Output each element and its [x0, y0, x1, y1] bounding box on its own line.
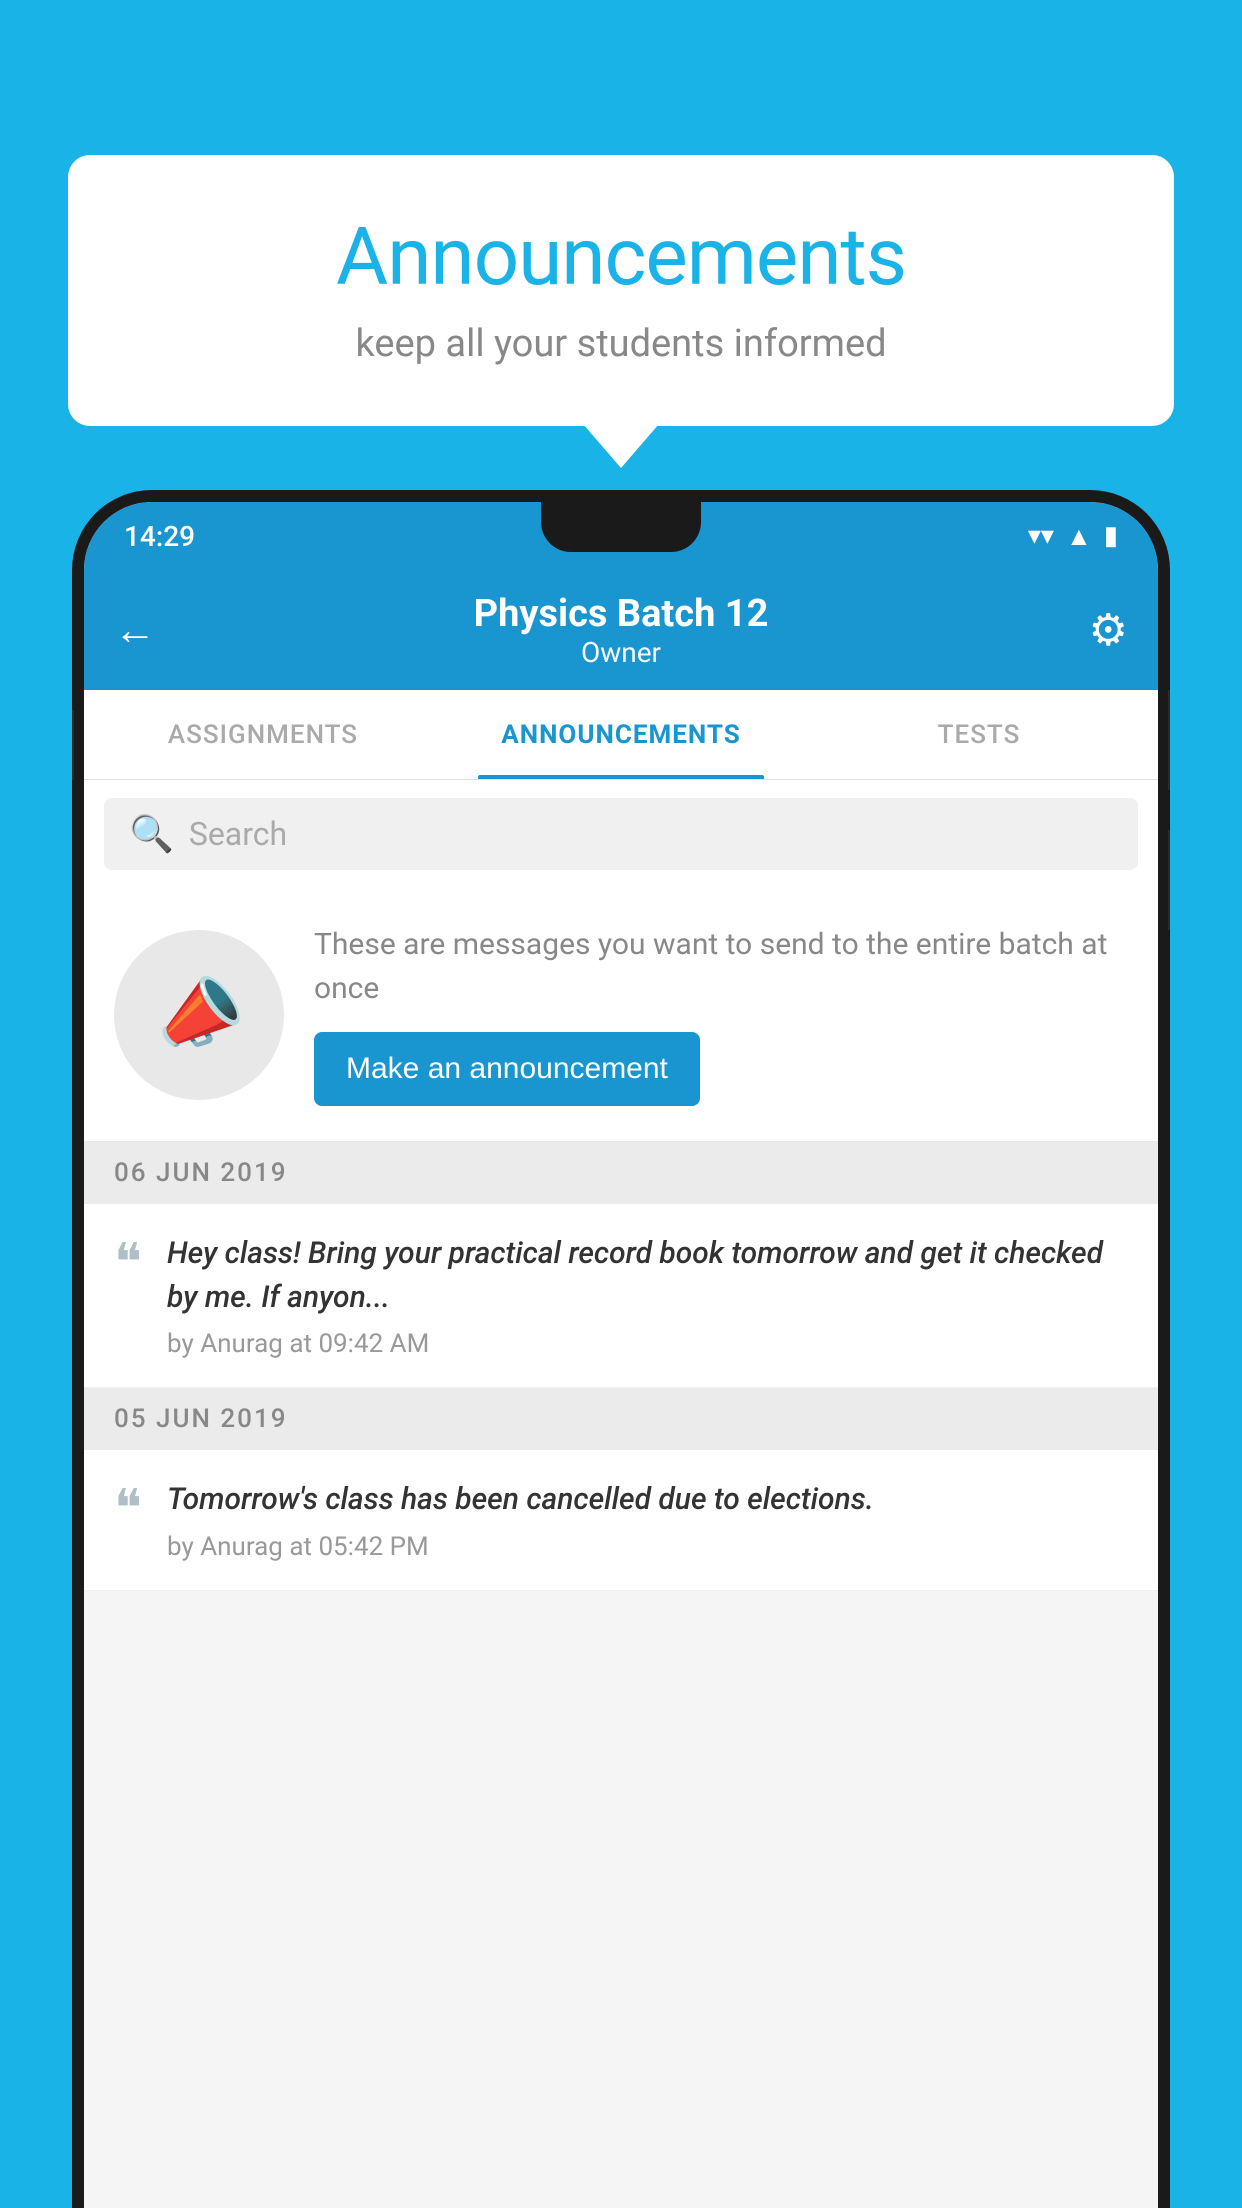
search-icon: 🔍 — [129, 813, 174, 855]
date-separator-2: 05 JUN 2019 — [84, 1388, 1158, 1450]
make-announcement-button[interactable]: Make an announcement — [314, 1032, 700, 1106]
tabs-bar: ASSIGNMENTS ANNOUNCEMENTS TESTS — [84, 690, 1158, 780]
power-button — [1168, 690, 1170, 790]
phone-screen: 14:29 ▾▾ ▲ ▮ ← Physics Batch 12 Owner ⚙ — [84, 502, 1158, 2208]
settings-icon[interactable]: ⚙ — [1089, 604, 1128, 656]
speech-bubble-section: Announcements keep all your students inf… — [68, 155, 1174, 426]
quote-icon-2: ❝ — [114, 1483, 142, 1535]
announcement-message-1: Hey class! Bring your practical record b… — [167, 1232, 1128, 1319]
promo-description: These are messages you want to send to t… — [314, 923, 1128, 1010]
app-bar-title-group: Physics Batch 12 Owner — [474, 592, 769, 669]
speech-bubble-card: Announcements keep all your students inf… — [68, 155, 1174, 426]
phone-inner: 14:29 ▾▾ ▲ ▮ ← Physics Batch 12 Owner ⚙ — [84, 502, 1158, 2208]
app-bar: ← Physics Batch 12 Owner ⚙ — [84, 570, 1158, 690]
status-icons: ▾▾ ▲ ▮ — [1028, 521, 1118, 552]
date-separator-1: 06 JUN 2019 — [84, 1142, 1158, 1204]
bubble-subtitle: keep all your students informed — [128, 322, 1114, 366]
announcement-meta-1: by Anurag at 09:42 AM — [167, 1329, 1128, 1359]
search-bar-container: 🔍 Search — [84, 780, 1158, 888]
quote-icon-1: ❝ — [114, 1237, 142, 1289]
megaphone-icon: 📣 — [145, 962, 254, 1067]
promo-card: 📣 These are messages you want to send to… — [84, 888, 1158, 1142]
bubble-title: Announcements — [128, 210, 1114, 304]
phone-notch — [541, 502, 701, 552]
promo-text-area: These are messages you want to send to t… — [314, 923, 1128, 1106]
tab-announcements[interactable]: ANNOUNCEMENTS — [442, 690, 800, 779]
signal-icon: ▲ — [1066, 521, 1092, 552]
battery-icon: ▮ — [1104, 521, 1118, 551]
volume-down-button — [1168, 830, 1170, 930]
announcement-text-1: Hey class! Bring your practical record b… — [167, 1232, 1128, 1359]
volume-button — [72, 710, 74, 780]
app-bar-subtitle: Owner — [474, 636, 769, 669]
announcement-item-1[interactable]: ❝ Hey class! Bring your practical record… — [84, 1204, 1158, 1388]
announcement-meta-2: by Anurag at 05:42 PM — [167, 1532, 1128, 1562]
announcement-item-2[interactable]: ❝ Tomorrow's class has been cancelled du… — [84, 1450, 1158, 1591]
promo-icon-circle: 📣 — [114, 930, 284, 1100]
announcement-message-2: Tomorrow's class has been cancelled due … — [167, 1478, 1128, 1522]
app-bar-title: Physics Batch 12 — [474, 592, 769, 636]
announcement-text-2: Tomorrow's class has been cancelled due … — [167, 1478, 1128, 1562]
phone-frame: 14:29 ▾▾ ▲ ▮ ← Physics Batch 12 Owner ⚙ — [72, 490, 1170, 2208]
back-button[interactable]: ← — [114, 606, 156, 655]
search-bar[interactable]: 🔍 Search — [104, 798, 1138, 870]
tab-assignments[interactable]: ASSIGNMENTS — [84, 690, 442, 779]
content-area: 🔍 Search 📣 These are messages you want t… — [84, 780, 1158, 2208]
search-placeholder: Search — [189, 815, 287, 853]
wifi-icon: ▾▾ — [1028, 521, 1054, 551]
tab-tests[interactable]: TESTS — [800, 690, 1158, 779]
status-time: 14:29 — [124, 520, 195, 553]
